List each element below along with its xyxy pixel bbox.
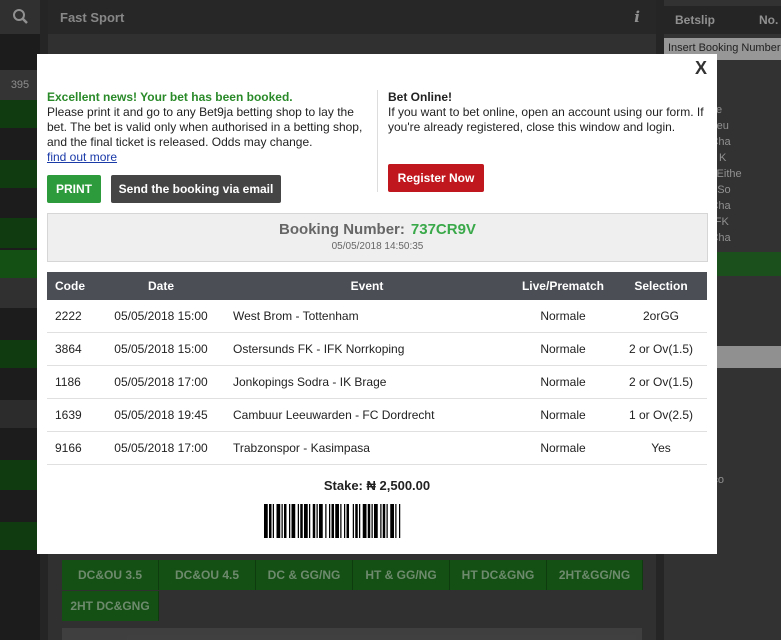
barcode-bar [335,504,339,538]
success-title: Excellent news! Your bet has been booked… [47,90,293,104]
barcode-bar [312,504,316,538]
success-message: Excellent news! Your bet has been booked… [47,90,367,165]
col-code: Code [47,272,99,300]
barcode-bar [289,504,291,538]
cell-event: West Brom - Tottenham [223,300,511,333]
barcode-bar [340,504,342,538]
cell-selection: 2 or Ov(1.5) [615,365,707,399]
table-row: 2222 05/05/2018 15:00 West Brom - Totten… [47,300,707,333]
barcode-bar [399,504,401,538]
barcode-bar [362,504,367,538]
booking-label: Booking Number: [279,221,405,238]
cell-event: Trabzonspor - Kasimpasa [223,431,511,465]
barcode-bar [344,504,346,538]
barcode [264,504,401,538]
booking-table: Code Date Event Live/Prematch Selection … [47,272,707,465]
barcode-bar [386,504,388,538]
table-row: 3864 05/05/2018 15:00 Ostersunds FK - IF… [47,332,707,366]
barcode-bar [331,504,334,538]
cell-code: 3864 [47,332,99,366]
barcode-bar [371,504,373,538]
barcode-bar [276,504,281,538]
cell-live-prematch: Normale [511,332,615,366]
divider [377,90,378,192]
col-live-prematch: Live/Prematch [511,272,615,300]
barcode-bar [269,504,272,538]
col-date: Date [99,272,223,300]
cell-code: 9166 [47,431,99,465]
barcode-bar [382,504,386,538]
barcode-bar [291,504,296,538]
barcode-bar [355,504,358,538]
cell-live-prematch: Normale [511,365,615,399]
barcode-bar [272,504,274,538]
cell-date: 05/05/2018 15:00 [99,300,223,333]
cell-date: 05/05/2018 15:00 [99,332,223,366]
barcode-bar [316,504,318,538]
barcode-bar [346,504,349,538]
barcode-bar [352,504,354,538]
barcode-bar [300,504,303,538]
cell-selection: 1 or Ov(2.5) [615,398,707,432]
table-row: 1186 05/05/2018 17:00 Jonkopings Sodra -… [47,365,707,399]
stake-label: Stake: [323,478,363,493]
cell-live-prematch: Normale [511,398,615,432]
cell-selection: 2 or Ov(1.5) [615,332,707,366]
cell-date: 05/05/2018 17:00 [99,431,223,465]
online-title: Bet Online! [388,90,453,104]
barcode-bar [309,504,311,538]
barcode-bar [329,504,331,538]
barcode-bar [319,504,323,538]
barcode-bar [374,504,378,538]
cell-event: Jonkopings Sodra - IK Brage [223,365,511,399]
success-text: Please print it and go to any Bet9ja bet… [47,105,363,149]
table-row: 1639 05/05/2018 19:45 Cambuur Leeuwarden… [47,398,707,432]
barcode-bar [359,504,361,538]
cell-code: 2222 [47,300,99,333]
cell-live-prematch: Normale [511,300,615,333]
stake-line: Stake: ₦ 2,500.00 [47,478,707,493]
register-button[interactable]: Register Now [388,164,484,192]
stake-value: ₦ 2,500.00 [366,478,431,493]
online-message: Bet Online! If you want to bet online, o… [388,90,713,135]
cell-live-prematch: Normale [511,431,615,465]
barcode-bar [367,504,371,538]
col-selection: Selection [615,272,707,300]
cell-code: 1639 [47,398,99,432]
send-email-button[interactable]: Send the booking via email [111,175,281,203]
booking-code: 737CR9V [410,221,476,238]
cell-event: Ostersunds FK - IFK Norrkoping [223,332,511,366]
cell-date: 05/05/2018 19:45 [99,398,223,432]
barcode-bar [380,504,382,538]
barcode-bar [304,504,308,538]
cell-code: 1186 [47,365,99,399]
print-button[interactable]: PRINT [47,175,101,203]
close-icon[interactable]: X [691,58,711,78]
cell-selection: Yes [615,431,707,465]
find-out-more-link[interactable]: find out more [47,150,117,164]
barcode-bar [395,504,397,538]
booking-box: Booking Number: 737CR9V 05/05/2018 14:50:… [47,213,708,262]
barcode-bar [281,504,283,538]
cell-date: 05/05/2018 17:00 [99,365,223,399]
table-row: 9166 05/05/2018 17:00 Trabzonspor - Kasi… [47,431,707,465]
booking-modal: X Excellent news! Your bet has been book… [37,54,717,554]
online-text: If you want to bet online, open an accou… [388,105,704,134]
barcode-bar [390,504,394,538]
cell-event: Cambuur Leeuwarden - FC Dordrecht [223,398,511,432]
col-event: Event [223,272,511,300]
table-header: Code Date Event Live/Prematch Selection [47,272,707,300]
cell-selection: 2orGG [615,300,707,333]
barcode-bar [297,504,299,538]
barcode-bar [325,504,327,538]
barcode-bar [284,504,287,538]
barcode-bar [264,504,268,538]
booking-datetime: 05/05/2018 14:50:35 [331,241,424,252]
